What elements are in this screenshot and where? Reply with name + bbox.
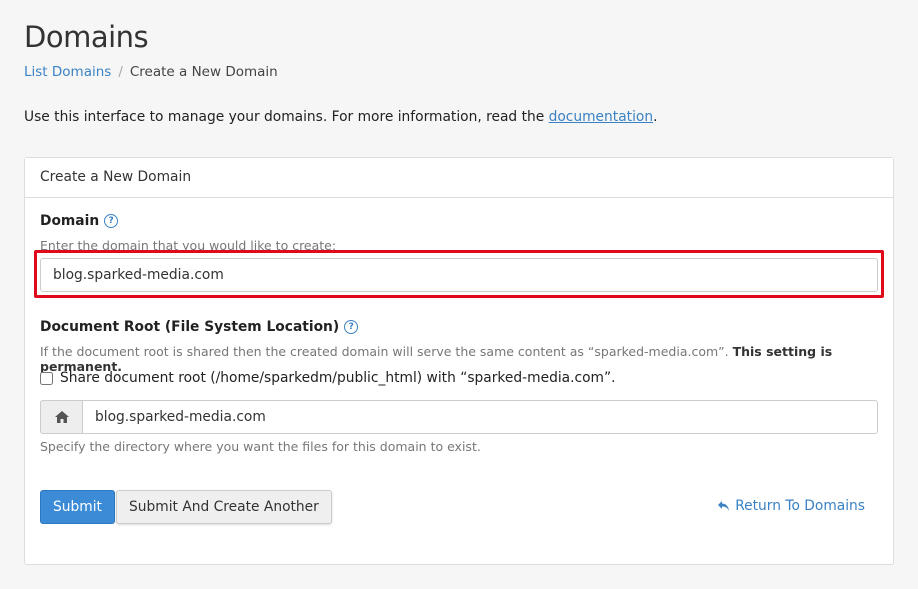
documentation-link[interactable]: documentation	[549, 109, 654, 125]
breadcrumb: List Domains / Create a New Domain	[24, 64, 278, 80]
share-docroot-checkbox[interactable]	[40, 371, 53, 385]
intro-text-end: .	[653, 109, 658, 125]
return-to-domains-link[interactable]: Return To Domains	[717, 498, 865, 514]
breadcrumb-list-domains[interactable]: List Domains	[24, 64, 111, 80]
breadcrumb-current: Create a New Domain	[129, 64, 278, 80]
breadcrumb-separator: /	[118, 64, 123, 80]
domain-input[interactable]	[40, 258, 878, 292]
docroot-input-group	[40, 400, 878, 434]
return-to-domains-label: Return To Domains	[735, 498, 865, 514]
undo-arrow-icon	[718, 501, 730, 511]
docroot-help: Specify the directory where you want the…	[40, 439, 481, 454]
submit-button[interactable]: Submit	[40, 490, 115, 524]
domain-label-text: Domain	[40, 213, 100, 229]
intro-text: Use this interface to manage your domain…	[24, 109, 657, 125]
intro-text-body: Use this interface to manage your domain…	[24, 109, 549, 125]
submit-and-create-another-button[interactable]: Submit And Create Another	[116, 490, 332, 524]
docroot-label-text: Document Root (File System Location)	[40, 319, 340, 335]
home-icon	[40, 400, 82, 434]
share-docroot-label: Share document root (/home/sparkedm/publ…	[60, 370, 616, 386]
docroot-hint-text: If the document root is shared then the …	[40, 344, 733, 359]
domain-label: Domain ?	[40, 213, 119, 229]
help-icon[interactable]: ?	[104, 214, 119, 228]
docroot-input[interactable]	[82, 400, 878, 434]
help-icon[interactable]: ?	[344, 320, 359, 334]
share-docroot-row[interactable]: Share document root (/home/sparkedm/publ…	[40, 370, 616, 386]
docroot-label: Document Root (File System Location) ?	[40, 319, 359, 335]
panel-heading: Create a New Domain	[25, 158, 893, 198]
create-domain-panel: Create a New Domain Domain ? Enter the d…	[24, 157, 894, 565]
page-title: Domains	[24, 20, 149, 54]
